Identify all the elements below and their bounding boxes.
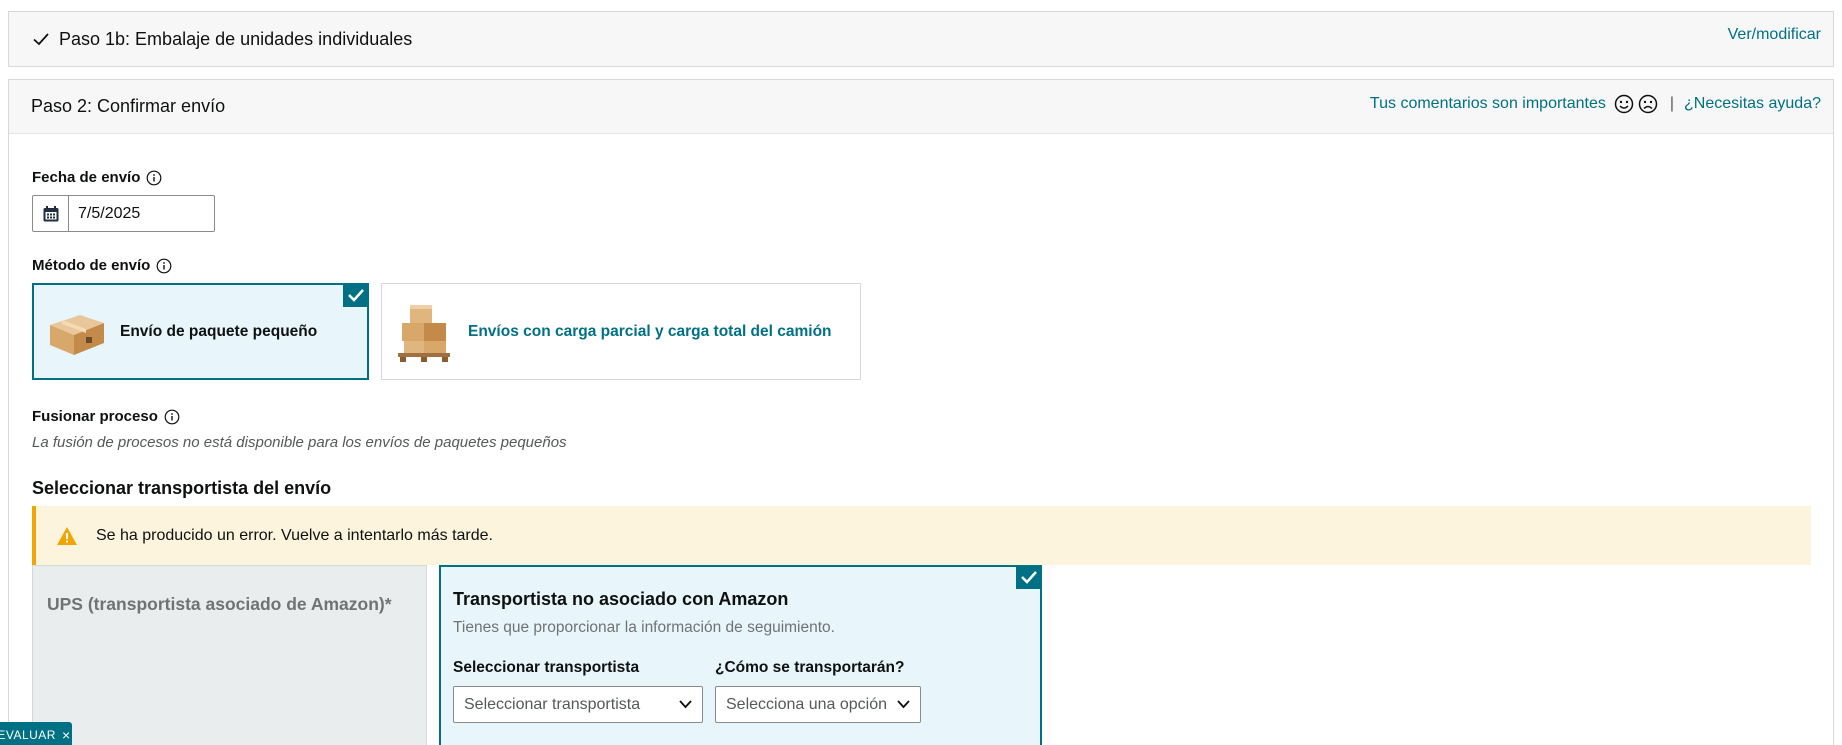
box-icon bbox=[50, 314, 104, 355]
help-link[interactable]: ¿Necesitas ayuda? bbox=[1684, 95, 1821, 113]
error-alert-text: Se ha producido un error. Vuelve a inten… bbox=[96, 526, 493, 544]
non-partnered-subtitle: Tienes que proporcionar la información d… bbox=[453, 619, 835, 636]
info-icon[interactable] bbox=[146, 170, 162, 186]
merge-label: Fusionar proceso bbox=[32, 408, 180, 425]
merge-label-text: Fusionar proceso bbox=[32, 408, 158, 425]
non-partnered-title: Transportista no asociado con Amazon bbox=[453, 589, 789, 609]
step-1b-title: Paso 1b: Embalaje de unidades individual… bbox=[59, 28, 413, 49]
info-icon[interactable] bbox=[156, 258, 172, 274]
ups-partnered-option: UPS (transportista asociado de Amazon)* bbox=[32, 565, 427, 745]
feedback-link[interactable]: Tus comentarios son importantes bbox=[1370, 95, 1606, 113]
transport-mode-select[interactable]: Selecciona una opción bbox=[715, 686, 921, 723]
small-parcel-option[interactable]: Envío de paquete pequeño bbox=[32, 283, 369, 380]
selected-check-icon bbox=[343, 283, 369, 307]
checkmark-icon bbox=[33, 33, 49, 46]
info-icon[interactable] bbox=[164, 409, 180, 425]
ship-date-label-text: Fecha de envío bbox=[32, 169, 141, 186]
evaluar-label: EVALUAR bbox=[0, 728, 56, 742]
pallet-icon bbox=[398, 304, 450, 362]
warning-icon bbox=[57, 526, 77, 545]
ship-date-field[interactable]: 7/5/2025 bbox=[32, 195, 215, 232]
ups-partnered-title: UPS (transportista asociado de Amazon)* bbox=[47, 594, 392, 614]
carrier-select[interactable]: Seleccionar transportista bbox=[453, 686, 703, 723]
chevron-down-icon bbox=[897, 700, 910, 709]
merge-note: La fusión de procesos no está disponible… bbox=[32, 434, 567, 451]
ship-date-value: 7/5/2025 bbox=[78, 204, 141, 222]
small-parcel-label: Envío de paquete pequeño bbox=[120, 322, 318, 340]
ship-date-label: Fecha de envío bbox=[32, 169, 162, 186]
close-icon[interactable]: × bbox=[62, 727, 71, 743]
selected-check-icon bbox=[1016, 565, 1042, 589]
step-2-title: Paso 2: Confirmar envío bbox=[31, 96, 226, 116]
error-alert: Se ha producido un error. Vuelve a inten… bbox=[32, 506, 1811, 565]
sad-face-icon[interactable] bbox=[1638, 94, 1658, 114]
step-2-header: Paso 2: Confirmar envío Tus comentarios … bbox=[9, 80, 1833, 134]
happy-face-icon[interactable] bbox=[1614, 94, 1634, 114]
ship-method-label: Método de envío bbox=[32, 257, 172, 274]
evaluar-tab[interactable]: EVALUAR × bbox=[0, 722, 72, 745]
carrier-select-label: Seleccionar transportista bbox=[453, 659, 640, 676]
header-actions: Tus comentarios son importantes | ¿Neces… bbox=[1370, 94, 1821, 114]
step-1b-header: Paso 1b: Embalaje de unidades individual… bbox=[8, 11, 1834, 67]
carrier-select-value: Seleccionar transportista bbox=[464, 695, 641, 713]
ltl-ftl-option[interactable]: Envíos con carga parcial y carga total d… bbox=[381, 283, 861, 380]
transport-mode-value: Selecciona una opción bbox=[726, 695, 888, 713]
step-2-panel: Paso 2: Confirmar envío Tus comentarios … bbox=[8, 79, 1834, 745]
ship-method-label-text: Método de envío bbox=[32, 257, 151, 274]
non-partnered-option[interactable]: Transportista no asociado con Amazon Tie… bbox=[439, 565, 1042, 745]
modify-link[interactable]: Ver/modificar bbox=[1728, 26, 1821, 44]
carrier-section-title: Seleccionar transportista del envío bbox=[32, 478, 332, 498]
transport-mode-label: ¿Cómo se transportarán? bbox=[715, 659, 905, 676]
ltl-ftl-label: Envíos con carga parcial y carga total d… bbox=[468, 322, 832, 340]
header-separator: | bbox=[1669, 95, 1675, 112]
chevron-down-icon bbox=[679, 700, 692, 709]
calendar-icon[interactable] bbox=[33, 196, 69, 231]
